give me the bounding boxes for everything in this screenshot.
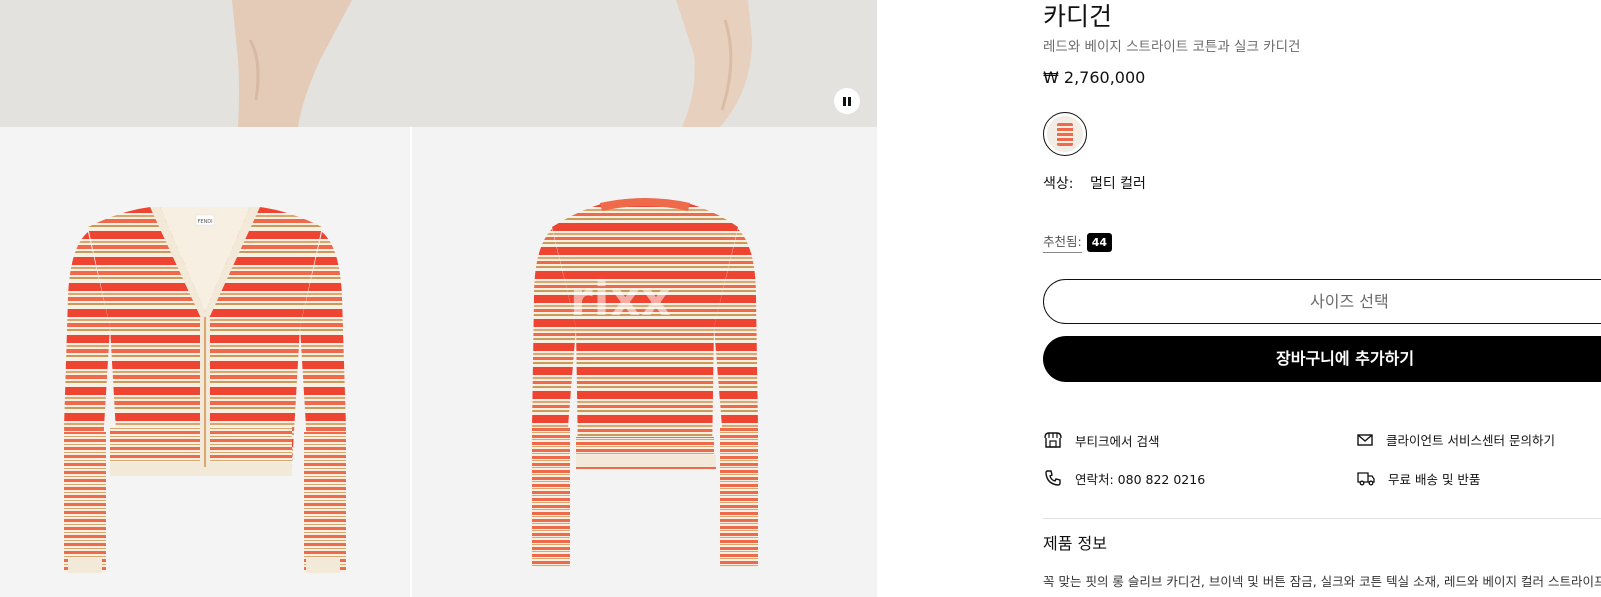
recommended-count-badge: 44	[1086, 232, 1113, 252]
hero-video[interactable]	[0, 0, 877, 127]
contact-phone-label: 연락처: 080 822 0216	[1075, 471, 1206, 487]
shipping-returns-link[interactable]: 무료 배송 및 반품	[1356, 468, 1480, 488]
client-service-link[interactable]: 클라이언트 서비스센터 문의하기	[1356, 430, 1555, 449]
contact-phone-link[interactable]: 연락처: 080 822 0216	[1043, 468, 1205, 488]
swatch-thumbnail	[1047, 116, 1083, 152]
color-info: 색상: 멀티 컬러	[1043, 173, 1146, 193]
product-image-front[interactable]: FENDI	[0, 127, 410, 597]
recommended-link[interactable]: 추천됨:	[1043, 231, 1082, 253]
product-price: ₩ 2,760,000	[1043, 68, 1146, 87]
size-select-button[interactable]: 사이즈 선택	[1043, 279, 1601, 324]
client-service-label: 클라이언트 서비스센터 문의하기	[1386, 433, 1555, 448]
watermark-text: rixx	[570, 272, 672, 326]
store-icon	[1044, 432, 1062, 448]
product-title: 카디건	[1043, 2, 1113, 31]
product-detail-panel: 카디건 레드와 베이지 스트라이트 코튼과 실크 카디건 ₩ 2,760,000…	[1043, 0, 1601, 597]
boutique-search-link[interactable]: 부티크에서 검색	[1043, 430, 1159, 450]
product-subtitle: 레드와 베이지 스트라이트 코튼과 실크 카디건	[1043, 39, 1301, 55]
section-divider	[1043, 518, 1601, 519]
product-info-description: 꼭 맞는 핏의 롱 슬리브 카디건, 브이넥 및 버튼 잠금, 실크와 코튼 텍…	[1043, 574, 1601, 589]
product-image-back[interactable]	[412, 127, 877, 597]
model-legs-image	[0, 0, 877, 127]
color-label: 색상:	[1043, 176, 1074, 192]
delivery-truck-icon	[1357, 472, 1375, 486]
add-to-cart-button[interactable]: 장바구니에 추가하기	[1043, 336, 1601, 382]
recommended-row: 추천됨: 44	[1043, 231, 1113, 253]
product-info-heading[interactable]: 제품 정보	[1043, 530, 1107, 554]
boutique-search-label: 부티크에서 검색	[1075, 433, 1160, 449]
color-swatch[interactable]	[1043, 112, 1087, 156]
pause-icon	[843, 96, 846, 106]
pause-button[interactable]	[834, 88, 860, 114]
shipping-returns-label: 무료 배송 및 반품	[1388, 471, 1481, 487]
mail-icon	[1357, 433, 1373, 446]
brand-label: FENDI	[197, 219, 212, 225]
color-value: 멀티 컬러	[1089, 176, 1146, 192]
phone-icon	[1045, 470, 1061, 486]
product-gallery: FENDI rixx	[0, 0, 877, 597]
